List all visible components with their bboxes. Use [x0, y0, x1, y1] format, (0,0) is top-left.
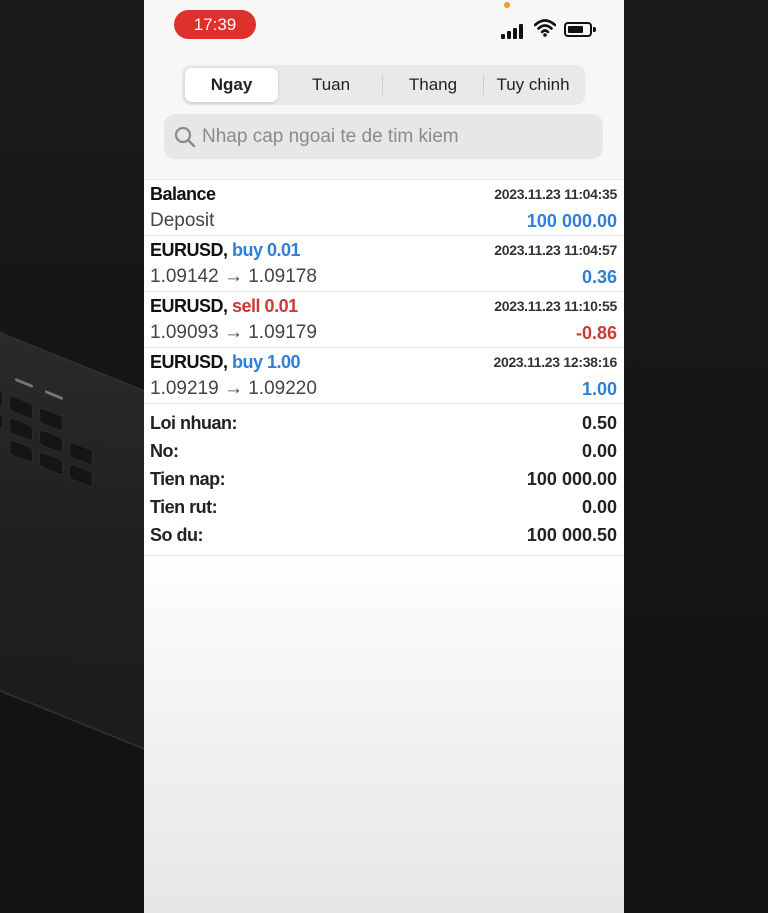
- summary-value: 0.50: [581, 413, 617, 433]
- summary-label: Tien nap:: [150, 469, 226, 489]
- laptop-key: [10, 417, 32, 441]
- summary-section: Loi nhuan: 0.50 No: 0.00 Tien nap: 100 0…: [144, 404, 624, 556]
- deal-profit: 1.00: [581, 379, 617, 399]
- summary-row-withdrawal: Tien rut: 0.00: [144, 494, 624, 522]
- search-input[interactable]: Nhap cap ngoai te de tim kiem: [164, 114, 603, 159]
- laptop-image: [0, 307, 144, 773]
- deal-title: EURUSD, buy 1.00: [150, 352, 301, 372]
- deal-row[interactable]: EURUSD, buy 1.00 1.09219 → 1.09220 2023.…: [144, 347, 624, 404]
- tab-month[interactable]: Thang: [384, 68, 482, 102]
- deal-profit: -0.86: [575, 323, 617, 343]
- deal-amount: 100 000.00: [526, 211, 617, 231]
- summary-row-profit: Loi nhuan: 0.50: [144, 410, 624, 438]
- tab-separator: [382, 75, 383, 95]
- laptop-key: [10, 439, 32, 463]
- summary-label: No:: [150, 441, 179, 461]
- laptop-key: [70, 442, 92, 465]
- search-icon: [174, 126, 196, 153]
- deal-row[interactable]: EURUSD, buy 0.01 1.09142 → 1.09178 2023.…: [144, 235, 624, 292]
- summary-value: 100 000.00: [526, 469, 617, 489]
- deal-prices: 1.09142 → 1.09178: [150, 266, 317, 287]
- summary-value: 0.00: [581, 497, 617, 517]
- status-bar: 17:39: [144, 0, 624, 50]
- summary-row-credit: No: 0.00: [144, 438, 624, 466]
- wifi-icon: [533, 19, 557, 42]
- deal-action: buy 0.01: [232, 240, 301, 260]
- deal-row[interactable]: EURUSD, sell 0.01 1.09093 → 1.09179 2023…: [144, 291, 624, 348]
- deal-profit: 0.36: [581, 267, 617, 287]
- tab-day[interactable]: Ngay: [185, 68, 278, 102]
- deal-datetime: 2023.11.23 11:04:57: [494, 242, 617, 258]
- deals-list: Balance Deposit 2023.11.23 11:04:35 100 …: [144, 179, 624, 556]
- cellular-signal-icon: [501, 23, 527, 39]
- tab-week[interactable]: Tuan: [282, 68, 380, 102]
- battery-icon: [564, 22, 596, 37]
- laptop-key-mark: [45, 389, 63, 401]
- laptop-key: [40, 429, 62, 453]
- summary-row-balance: So du: 100 000.50: [144, 522, 624, 550]
- deal-datetime: 2023.11.23 11:10:55: [494, 298, 617, 314]
- deal-title: EURUSD, buy 0.01: [150, 240, 301, 260]
- laptop-key: [70, 464, 92, 487]
- laptop-key: [10, 395, 32, 419]
- deal-subtitle: Deposit: [150, 210, 215, 231]
- laptop-key: [0, 383, 2, 407]
- deal-action: sell 0.01: [232, 296, 298, 316]
- laptop-key-mark: [15, 377, 33, 389]
- deal-prices: 1.09093 → 1.09179: [150, 322, 317, 343]
- summary-row-deposit: Tien nap: 100 000.00: [144, 466, 624, 494]
- privacy-indicator-dot: [504, 2, 510, 8]
- deal-datetime: 2023.11.23 11:04:35: [494, 186, 617, 202]
- period-segmented-control: Ngay Tuan Thang Tuy chinh: [182, 65, 585, 105]
- phone-screen: 17:39 Ngay Tuan Thang Tuy chinh Nhap cap…: [144, 0, 624, 913]
- deal-title: EURUSD, sell 0.01: [150, 296, 298, 316]
- laptop-key: [40, 407, 62, 431]
- laptop-key: [0, 405, 2, 429]
- laptop-key: [40, 451, 62, 475]
- deal-datetime: 2023.11.23 12:38:16: [493, 354, 617, 370]
- summary-label: Tien rut:: [150, 497, 218, 517]
- summary-label: So du:: [150, 525, 204, 545]
- deal-title: Balance: [150, 184, 216, 204]
- background-left: [0, 0, 144, 913]
- deal-action: buy 1.00: [232, 352, 301, 372]
- deal-row-balance[interactable]: Balance Deposit 2023.11.23 11:04:35 100 …: [144, 179, 624, 236]
- deal-prices: 1.09219 → 1.09220: [150, 378, 317, 399]
- summary-value: 0.00: [581, 441, 617, 461]
- history-header: Ngay Tuan Thang Tuy chinh Nhap cap ngoai…: [144, 50, 624, 180]
- background-right: [624, 0, 768, 913]
- summary-value: 100 000.50: [526, 525, 617, 545]
- summary-label: Loi nhuan:: [150, 413, 237, 433]
- tab-custom[interactable]: Tuy chinh: [484, 68, 582, 102]
- search-placeholder: Nhap cap ngoai te de tim kiem: [202, 126, 459, 147]
- status-time[interactable]: 17:39: [174, 10, 256, 39]
